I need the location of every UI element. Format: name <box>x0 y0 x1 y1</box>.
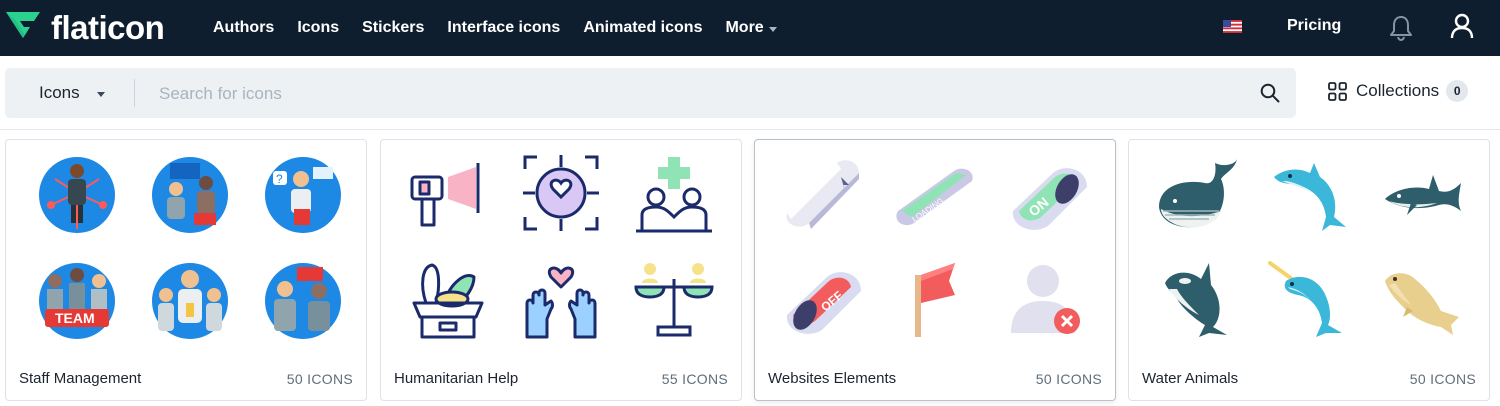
shark-icon <box>1385 175 1461 215</box>
pack-icon-count: 50 ICONS <box>1409 371 1476 387</box>
search-bar: Icons <box>5 68 1296 120</box>
search-type-label: Icons <box>39 83 80 102</box>
top-navbar: flaticon Authors Icons Stickers Interfac… <box>0 0 1500 56</box>
pack-preview-grid: ? TEAM <box>6 140 366 350</box>
pack-card-water-animals[interactable]: Water Animals 50 ICONS <box>1128 139 1490 401</box>
pack-icon-count: 50 ICONS <box>286 371 353 387</box>
manatee-icon <box>1385 273 1459 335</box>
pack-card-humanitarian-help[interactable]: Humanitarian Help 55 ICONS <box>380 139 742 401</box>
nav-more-menu[interactable]: More <box>725 19 777 37</box>
team-banner-icon: TEAM <box>39 263 115 339</box>
pack-title: Humanitarian Help <box>394 370 519 387</box>
search-divider <box>134 79 135 107</box>
grid-icon <box>1328 81 1347 101</box>
narwhal-icon <box>1268 261 1342 337</box>
nav-authors[interactable]: Authors <box>213 19 274 37</box>
pack-card-staff-management[interactable]: ? TEAM Staff Management 50 ICONS <box>5 139 367 401</box>
justice-scale-icon <box>634 263 714 337</box>
main-nav: Authors Icons Stickers Interface icons A… <box>213 0 777 56</box>
brand-name: flaticon <box>51 9 165 46</box>
pack-preview-grid <box>1129 140 1489 350</box>
search-input[interactable] <box>157 68 1241 120</box>
orca-icon <box>1165 263 1227 337</box>
whale-icon <box>1159 159 1237 228</box>
manager-network-icon <box>39 157 115 233</box>
megaphone-icon <box>410 163 480 227</box>
nav-more-label: More <box>725 19 764 36</box>
target-heart-icon <box>523 155 599 231</box>
pack-card-websites-elements[interactable]: LOADING... ON OFF Websites Elements 50 I… <box>754 139 1116 401</box>
nav-interface-icons[interactable]: Interface icons <box>447 19 560 37</box>
flaticon-logo[interactable]: flaticon <box>4 9 165 46</box>
question-worker-icon: ? <box>265 157 341 233</box>
red-flag-icon <box>915 263 955 337</box>
pack-title: Staff Management <box>19 370 142 387</box>
pack-title: Water Animals <box>1142 370 1239 387</box>
header-divider <box>0 129 1500 130</box>
discussion-icon <box>265 263 341 339</box>
collections-count-badge: 0 <box>1446 80 1469 102</box>
cursor-button-icon <box>786 160 859 229</box>
collections-button[interactable]: Collections 0 <box>1328 80 1469 102</box>
search-icon[interactable] <box>1260 83 1280 103</box>
nav-pricing[interactable]: Pricing <box>1287 17 1341 35</box>
search-type-select[interactable]: Icons <box>39 68 105 118</box>
user-icon[interactable] <box>1450 13 1474 39</box>
pack-title: Websites Elements <box>768 370 897 387</box>
loading-bar-icon: LOADING... <box>896 168 973 226</box>
off-toggle-icon: OFF <box>786 272 861 334</box>
flaticon-logo-icon <box>6 12 40 38</box>
svg-text:TEAM: TEAM <box>55 310 95 326</box>
food-box-icon <box>412 263 484 339</box>
bell-icon[interactable] <box>1388 14 1414 42</box>
medical-aid-icon <box>636 157 712 233</box>
nav-stickers[interactable]: Stickers <box>362 19 424 37</box>
chevron-down-icon <box>96 91 105 97</box>
pack-preview-grid: LOADING... ON OFF <box>755 140 1115 350</box>
nav-animated-icons[interactable]: Animated icons <box>583 19 702 37</box>
pack-icon-count: 50 ICONS <box>1035 371 1102 387</box>
team-meeting-icon <box>152 157 228 233</box>
pack-preview-grid <box>381 140 741 350</box>
helping-hands-icon <box>525 266 597 339</box>
on-toggle-icon: ON <box>1012 168 1087 230</box>
group-people-icon <box>152 263 228 339</box>
pack-icon-count: 55 ICONS <box>661 371 728 387</box>
nav-icons[interactable]: Icons <box>297 19 339 37</box>
remove-user-icon <box>1011 265 1080 334</box>
dolphin-icon <box>1274 163 1346 231</box>
chevron-down-icon <box>768 26 777 32</box>
us-flag-icon[interactable] <box>1223 20 1242 33</box>
svg-text:?: ? <box>276 172 283 186</box>
collections-label: Collections <box>1356 81 1440 100</box>
